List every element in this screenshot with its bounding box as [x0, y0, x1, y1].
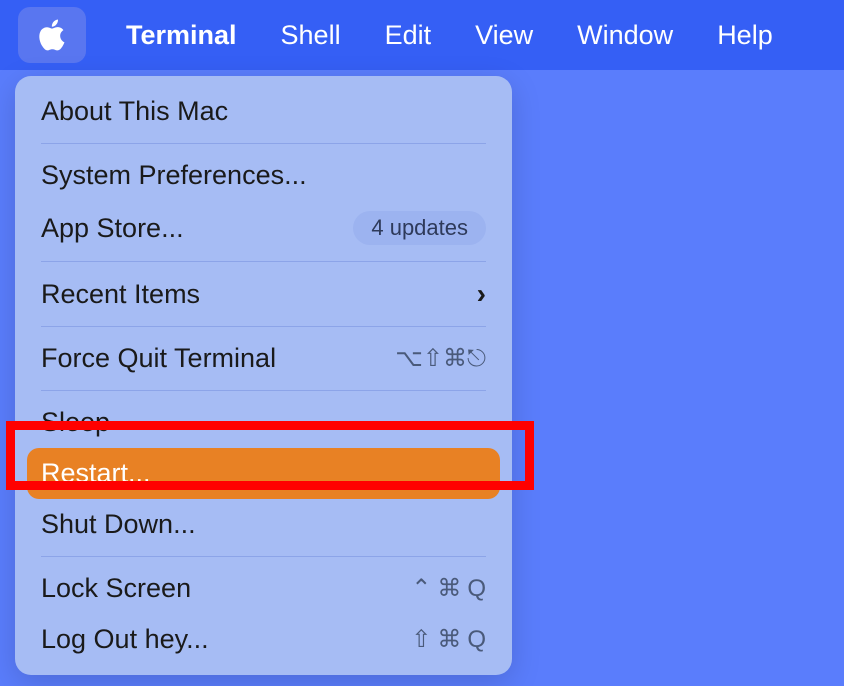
apple-menu-dropdown: About This Mac System Preferences... App… [15, 76, 512, 675]
keyboard-shortcut: ⌃ ⌘ Q [411, 574, 486, 603]
menubar-item-edit[interactable]: Edit [363, 20, 454, 51]
menubar-item-shell[interactable]: Shell [259, 20, 363, 51]
menubar-app-name[interactable]: Terminal [104, 20, 259, 51]
menu-separator [41, 143, 486, 144]
menu-item-logout[interactable]: Log Out hey... ⇧ ⌘ Q [15, 614, 512, 665]
updates-badge: 4 updates [353, 211, 486, 245]
menu-item-app-store[interactable]: App Store... 4 updates [15, 201, 512, 255]
menu-label: Shut Down... [41, 509, 196, 540]
menu-label: Lock Screen [41, 573, 191, 604]
chevron-right-icon: › [477, 278, 486, 310]
menu-label: System Preferences... [41, 160, 307, 191]
menubar-item-window[interactable]: Window [555, 20, 695, 51]
keyboard-shortcut: ⌥⇧⌘⎋ [395, 344, 486, 373]
apple-menu-button[interactable] [18, 7, 86, 63]
menu-item-force-quit[interactable]: Force Quit Terminal ⌥⇧⌘⎋ [15, 333, 512, 384]
menu-label: About This Mac [41, 96, 228, 127]
menu-label: Restart... [41, 458, 151, 489]
menu-label: App Store... [41, 213, 184, 244]
menu-item-about-mac[interactable]: About This Mac [15, 86, 512, 137]
menubar-item-help[interactable]: Help [695, 20, 795, 51]
menu-label: Sleep [41, 407, 110, 438]
apple-logo-icon [37, 18, 67, 52]
keyboard-shortcut: ⇧ ⌘ Q [411, 625, 486, 654]
menu-item-system-preferences[interactable]: System Preferences... [15, 150, 512, 201]
menu-item-lock-screen[interactable]: Lock Screen ⌃ ⌘ Q [15, 563, 512, 614]
menubar-item-view[interactable]: View [453, 20, 555, 51]
menu-label: Force Quit Terminal [41, 343, 276, 374]
menu-item-restart[interactable]: Restart... [27, 448, 500, 499]
menu-separator [41, 556, 486, 557]
menu-separator [41, 261, 486, 262]
menubar: Terminal Shell Edit View Window Help [0, 0, 844, 70]
menu-separator [41, 390, 486, 391]
menu-separator [41, 326, 486, 327]
menu-label: Log Out hey... [41, 624, 209, 655]
menu-label: Recent Items [41, 279, 200, 310]
menu-item-recent-items[interactable]: Recent Items › [15, 268, 512, 320]
menu-item-sleep[interactable]: Sleep [15, 397, 512, 448]
menu-item-shutdown[interactable]: Shut Down... [15, 499, 512, 550]
